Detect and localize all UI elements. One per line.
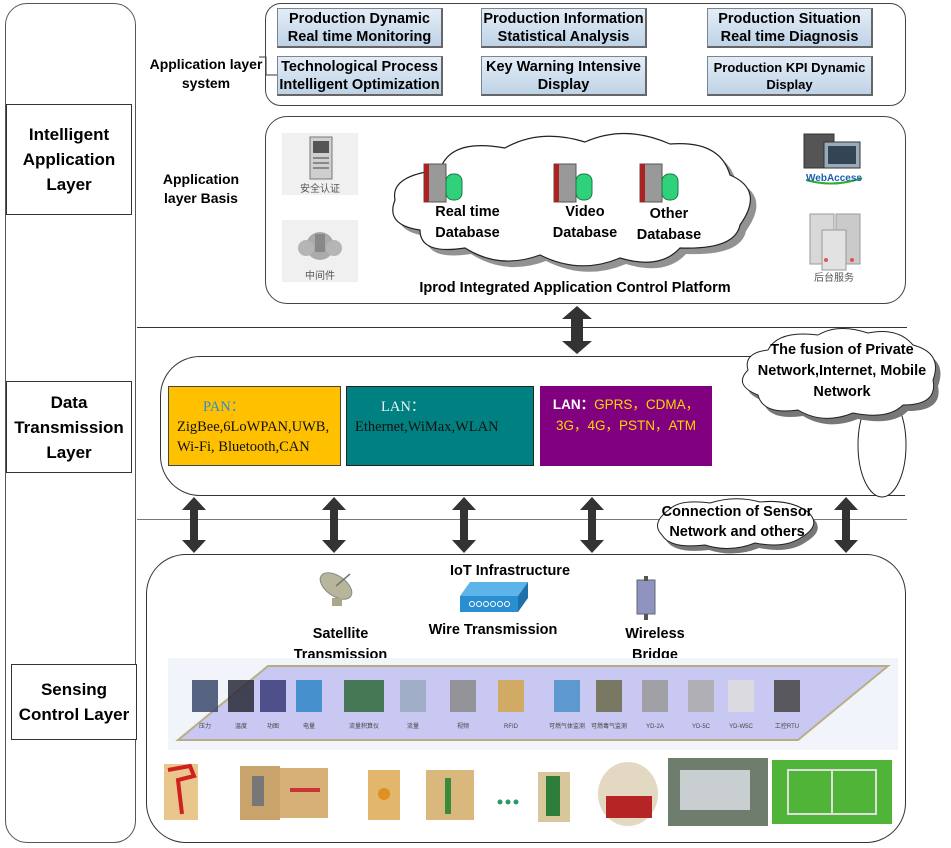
- wan-prefix: LAN：: [552, 397, 595, 412]
- intelligent-application-layer-label: Intelligent Application Layer: [6, 104, 132, 215]
- icon-caption: 中间件: [305, 271, 335, 282]
- other-database-label: Other Database: [636, 206, 702, 243]
- platform-label: Iprod Integrated Application Control Pla…: [419, 280, 731, 296]
- application-layer-system-label: Application layer system: [149, 56, 263, 91]
- webaccess-icon: WebAccess: [796, 130, 872, 192]
- lan-network-box: LAN： Ethernet,WiMax,WLAN: [346, 386, 534, 466]
- double-arrow-icon: [580, 497, 604, 553]
- module-kpi-display[interactable]: Production KPI Dynamic Display: [707, 56, 873, 96]
- field-photos-row: [164, 758, 892, 826]
- module-process-optimization[interactable]: Technological Process Intelligent Optimi…: [277, 56, 443, 96]
- icon-caption: 安全认证: [300, 184, 340, 195]
- pan-text: ZigBee,6LoWPAN,UWB, Wi-Fi, Bluetooth,CAN: [177, 419, 330, 455]
- security-auth-icon: 安全认证: [282, 133, 358, 195]
- wire-transmission-label: Wire Transmission: [428, 622, 558, 638]
- wan-network-box: LAN：GPRS，CDMA，3G，4G，PSTN，ATM: [540, 386, 712, 466]
- module-label: Production Information Statistical Analy…: [483, 10, 644, 45]
- sensor-network-label: Connection of Sensor Network and others: [661, 504, 813, 540]
- sensor-device-label: YD-2A: [646, 724, 664, 730]
- sensor-device-label: 视频: [457, 722, 469, 730]
- double-arrow-icon: [452, 497, 476, 553]
- sensor-device-label: YD-W5C: [729, 724, 753, 730]
- iot-infrastructure-label: IoT Infrastructure: [449, 563, 571, 579]
- icon-caption: WebAccess: [806, 173, 862, 184]
- sensor-device-label: RFID: [504, 724, 519, 730]
- icon-caption: 后台服务: [814, 273, 854, 284]
- sensor-device-label: 电量: [303, 722, 315, 730]
- sensor-device-label: YD-5C: [692, 724, 711, 730]
- module-label: Production KPI Dynamic Display: [713, 59, 866, 92]
- application-layer-basis-label: Application layer Basis: [162, 171, 240, 206]
- pan-network-box: PAN： ZigBee,6LoWPAN,UWB, Wi-Fi, Bluetooth…: [168, 386, 341, 466]
- sensor-devices-strip: 压力 温度 功图 电量 流量积算仪 流量 视频 RFID 可燃气体监测 可燃毒气监测 YD-2A YD…: [175, 665, 891, 741]
- module-production-monitoring[interactable]: Production Dynamic Real time Monitoring: [277, 8, 443, 48]
- fusion-network-label: The fusion of Private Network,Internet, …: [757, 342, 927, 400]
- realtime-database-label: Real time Database: [435, 204, 500, 241]
- module-statistical-analysis[interactable]: Production Information Statistical Analy…: [481, 8, 647, 48]
- module-key-warning[interactable]: Key Warning Intensive Display: [481, 56, 647, 96]
- backend-service-icon: 后台服务: [796, 210, 872, 284]
- lan-text: Ethernet,WiMax,WLAN: [355, 419, 499, 435]
- ellipsis: [497, 799, 519, 805]
- layer-title: Data Transmission Layer: [14, 392, 124, 462]
- middleware-icon: 中间件: [282, 220, 358, 282]
- sensor-device-label: 功图: [267, 722, 279, 730]
- double-arrow-icon: [834, 497, 858, 553]
- sensing-control-layer-label: Sensing Control Layer: [11, 664, 137, 740]
- module-label: Key Warning Intensive Display: [486, 58, 641, 93]
- layer-title: Intelligent Application Layer: [22, 125, 116, 194]
- sensor-device-label: 可燃气体监测: [549, 722, 585, 730]
- double-arrow-icon: [182, 497, 206, 553]
- module-situation-diagnosis[interactable]: Production Situation Real time Diagnosis: [707, 8, 873, 48]
- module-label: Production Situation Real time Diagnosis: [718, 10, 861, 45]
- sensor-device-label: 压力: [199, 722, 211, 730]
- sensor-device-label: 工控RTU: [775, 722, 799, 730]
- sensor-device-label: 温度: [235, 722, 247, 730]
- sensor-device-label: 流量积算仪: [349, 722, 379, 730]
- data-transmission-layer-label: Data Transmission Layer: [6, 381, 132, 473]
- module-label: Technological Process Intelligent Optimi…: [279, 58, 440, 93]
- satellite-dish-icon: [319, 572, 353, 606]
- lan-prefix: LAN：: [381, 399, 426, 415]
- module-label: Production Dynamic Real time Monitoring: [287, 10, 432, 45]
- pan-prefix: PAN：: [203, 399, 246, 415]
- double-arrow-icon: [322, 497, 346, 553]
- network-switch-icon: [460, 582, 528, 612]
- sensor-device-label: 流量: [407, 722, 419, 730]
- wireless-bridge-icon: [636, 576, 656, 620]
- double-arrow-icon: [562, 306, 592, 354]
- layer-title: Sensing Control Layer: [18, 680, 130, 724]
- sensor-device-label: 可燃毒气监测: [591, 722, 627, 730]
- video-database-label: Video Database: [552, 204, 618, 241]
